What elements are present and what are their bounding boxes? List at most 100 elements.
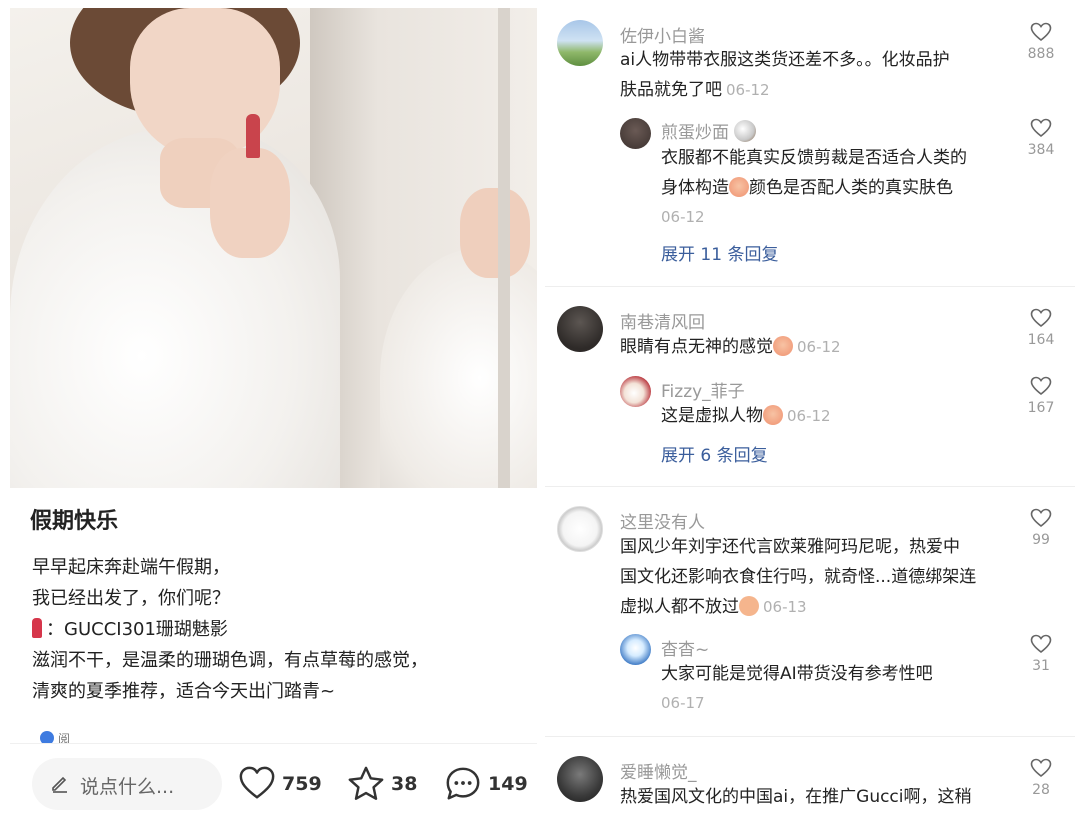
comment-line-text: 肤品就免了吧 xyxy=(620,80,722,100)
post-body-line: 滋润不干，是温柔的珊瑚色调，有点草莓的感觉， xyxy=(32,650,428,671)
photo-mirror-edge xyxy=(498,8,510,488)
post-photo[interactable] xyxy=(10,8,537,488)
comment-username[interactable]: 这里没有人 xyxy=(620,508,705,533)
avatar[interactable] xyxy=(557,756,603,802)
comment-line-text: 虚拟人都不放过 xyxy=(620,597,739,617)
heart-icon xyxy=(1030,22,1052,42)
comment-line: 国风少年刘宇还代言欧莱雅阿玛尼呢，热爱中 xyxy=(620,537,960,557)
heart-icon xyxy=(1030,308,1052,328)
comment-like-button[interactable]: 164 xyxy=(1021,308,1061,348)
reply-date: 06-17 xyxy=(661,694,705,712)
pencil-icon xyxy=(52,776,67,793)
crying-emoji-icon xyxy=(763,405,783,425)
photo-reflection-hand xyxy=(460,188,530,278)
post-tag[interactable]: 阅 xyxy=(40,730,100,744)
comment-like-button[interactable]: 888 xyxy=(1021,22,1061,62)
crying-emoji-icon xyxy=(773,336,793,356)
comment-username[interactable]: 爱睡懒觉_ xyxy=(620,758,697,783)
reply-line: 身体构造 颜色是否配人类的真实肤色 xyxy=(661,173,967,203)
heart-icon xyxy=(1030,634,1052,654)
comment-line: 虚拟人都不放过 06-13 xyxy=(620,592,976,622)
comment-line-text: 眼睛有点无神的感觉 xyxy=(620,337,773,357)
heart-icon xyxy=(239,766,275,799)
reply-date: 06-12 xyxy=(661,208,705,226)
avatar[interactable] xyxy=(557,20,603,66)
collect-button[interactable]: 38 xyxy=(347,766,417,802)
avatar[interactable] xyxy=(557,306,603,352)
photo-hand xyxy=(210,148,290,258)
reply-like-count: 384 xyxy=(1027,142,1055,158)
comment-text: 国风少年刘宇还代言欧莱雅阿玛尼呢，热爱中 国文化还影响衣食住行吗，就奇怪...道… xyxy=(620,532,976,622)
comment-date: 06-13 xyxy=(763,598,807,616)
reply-line-text: 这是虚拟人物 xyxy=(661,406,763,426)
heart-icon xyxy=(1030,508,1052,528)
comments-panel: 佐伊小白酱 ai人物带带衣服这类货还差不多。。化妆品护 肤品就免了吧 06-12 … xyxy=(545,8,1075,820)
star-icon xyxy=(348,766,384,800)
reply-line: 大家可能是觉得AI带货没有参考性吧 xyxy=(661,664,933,684)
reply-username-text: 煎蛋炒面 xyxy=(661,123,729,143)
comment-input-placeholder: 说点什么... xyxy=(80,776,175,798)
comment-count: 149 xyxy=(488,773,528,795)
collect-count: 38 xyxy=(391,773,418,795)
photo-lipstick xyxy=(246,114,260,158)
comment-like-count: 164 xyxy=(1027,332,1055,348)
reply-line: 这是虚拟人物 06-12 xyxy=(661,401,831,431)
comment-text: 热爱国风文化的中国ai，在推广Gucci啊，这稍 xyxy=(620,782,972,812)
post-body-line: ：GUCCI301珊瑚魅影 xyxy=(32,614,428,645)
post-body-product: ：GUCCI301珊瑚魅影 xyxy=(46,619,228,640)
reply-text: 大家可能是觉得AI带货没有参考性吧 xyxy=(661,659,933,689)
comment-line: 热爱国风文化的中国ai，在推广Gucci啊，这稍 xyxy=(620,787,972,807)
heart-icon xyxy=(1030,118,1052,138)
expand-replies-link[interactable]: 展开 6 条回复 xyxy=(661,441,768,466)
avatar[interactable] xyxy=(620,634,651,665)
comment-like-count: 99 xyxy=(1032,532,1050,548)
heart-icon xyxy=(1030,376,1052,396)
post-body-line: 我已经出发了，你们呢？ xyxy=(32,588,230,609)
comment-username[interactable]: 南巷清风回 xyxy=(620,308,705,333)
magnifier-emoji-icon xyxy=(734,120,757,142)
reply-like-count: 31 xyxy=(1032,658,1050,674)
comment-username[interactable]: 佐伊小白酱 xyxy=(620,22,705,47)
lipstick-icon xyxy=(32,618,42,638)
reply-line-text: 颜色是否配人类的真实肤色 xyxy=(749,178,953,198)
like-count: 759 xyxy=(282,773,322,795)
comment-like-count: 28 xyxy=(1032,782,1050,798)
avatar[interactable] xyxy=(620,376,651,407)
reply-line: 衣服都不能真实反馈剪裁是否适合人类的 xyxy=(661,148,967,168)
comment-like-button[interactable]: 28 xyxy=(1021,758,1061,798)
divider xyxy=(545,286,1075,287)
comment-like-button[interactable]: 99 xyxy=(1021,508,1061,548)
baby-emoji-icon xyxy=(739,596,759,616)
comment-line: ai人物带带衣服这类货还差不多。。化妆品护 xyxy=(620,50,950,70)
divider xyxy=(545,736,1075,737)
reply-text: 衣服都不能真实反馈剪裁是否适合人类的 身体构造 颜色是否配人类的真实肤色 xyxy=(661,143,967,203)
post-body: 早早起床奔赴端午假期， 我已经出发了，你们呢？ ：GUCCI301珊瑚魅影 滋润… xyxy=(32,552,428,707)
reply-like-button[interactable]: 167 xyxy=(1021,376,1061,416)
post-action-bar: 说点什么... 759 38 149 xyxy=(10,743,537,820)
reply-date: 06-12 xyxy=(787,407,831,425)
expand-replies-link[interactable]: 展开 11 条回复 xyxy=(661,240,778,265)
comment-line: 肤品就免了吧 06-12 xyxy=(620,75,950,105)
reply-like-button[interactable]: 31 xyxy=(1021,634,1061,674)
comment-line: 眼睛有点无神的感觉 06-12 xyxy=(620,332,841,362)
comment-line: 国文化还影响衣食住行吗，就奇怪...道德绑架连 xyxy=(620,567,977,587)
reply-username[interactable]: Fizzy_菲子 xyxy=(661,377,745,402)
comment-input[interactable]: 说点什么... xyxy=(32,758,222,810)
divider xyxy=(545,486,1075,487)
comment-text: ai人物带带衣服这类货还差不多。。化妆品护 肤品就免了吧 06-12 xyxy=(620,45,950,105)
heart-icon xyxy=(1030,758,1052,778)
comment-text: 眼睛有点无神的感觉 06-12 xyxy=(620,332,841,362)
reply-line-text: 身体构造 xyxy=(661,178,729,198)
chat-bubble-icon xyxy=(446,767,480,800)
reply-like-button[interactable]: 384 xyxy=(1021,118,1061,158)
comment-button[interactable]: 149 xyxy=(444,766,528,802)
post-panel: 假期快乐 早早起床奔赴端午假期， 我已经出发了，你们呢？ ：GUCCI301珊瑚… xyxy=(10,8,537,820)
post-title: 假期快乐 xyxy=(30,509,119,534)
post-body-line: 清爽的夏季推荐，适合今天出门踏青~ xyxy=(32,681,336,702)
reply-username[interactable]: 杳杳~ xyxy=(661,635,709,660)
avatar[interactable] xyxy=(620,118,651,149)
avatar[interactable] xyxy=(557,506,603,552)
like-button[interactable]: 759 xyxy=(238,766,322,802)
comment-date: 06-12 xyxy=(726,81,770,99)
reply-username[interactable]: 煎蛋炒面 xyxy=(661,118,757,143)
